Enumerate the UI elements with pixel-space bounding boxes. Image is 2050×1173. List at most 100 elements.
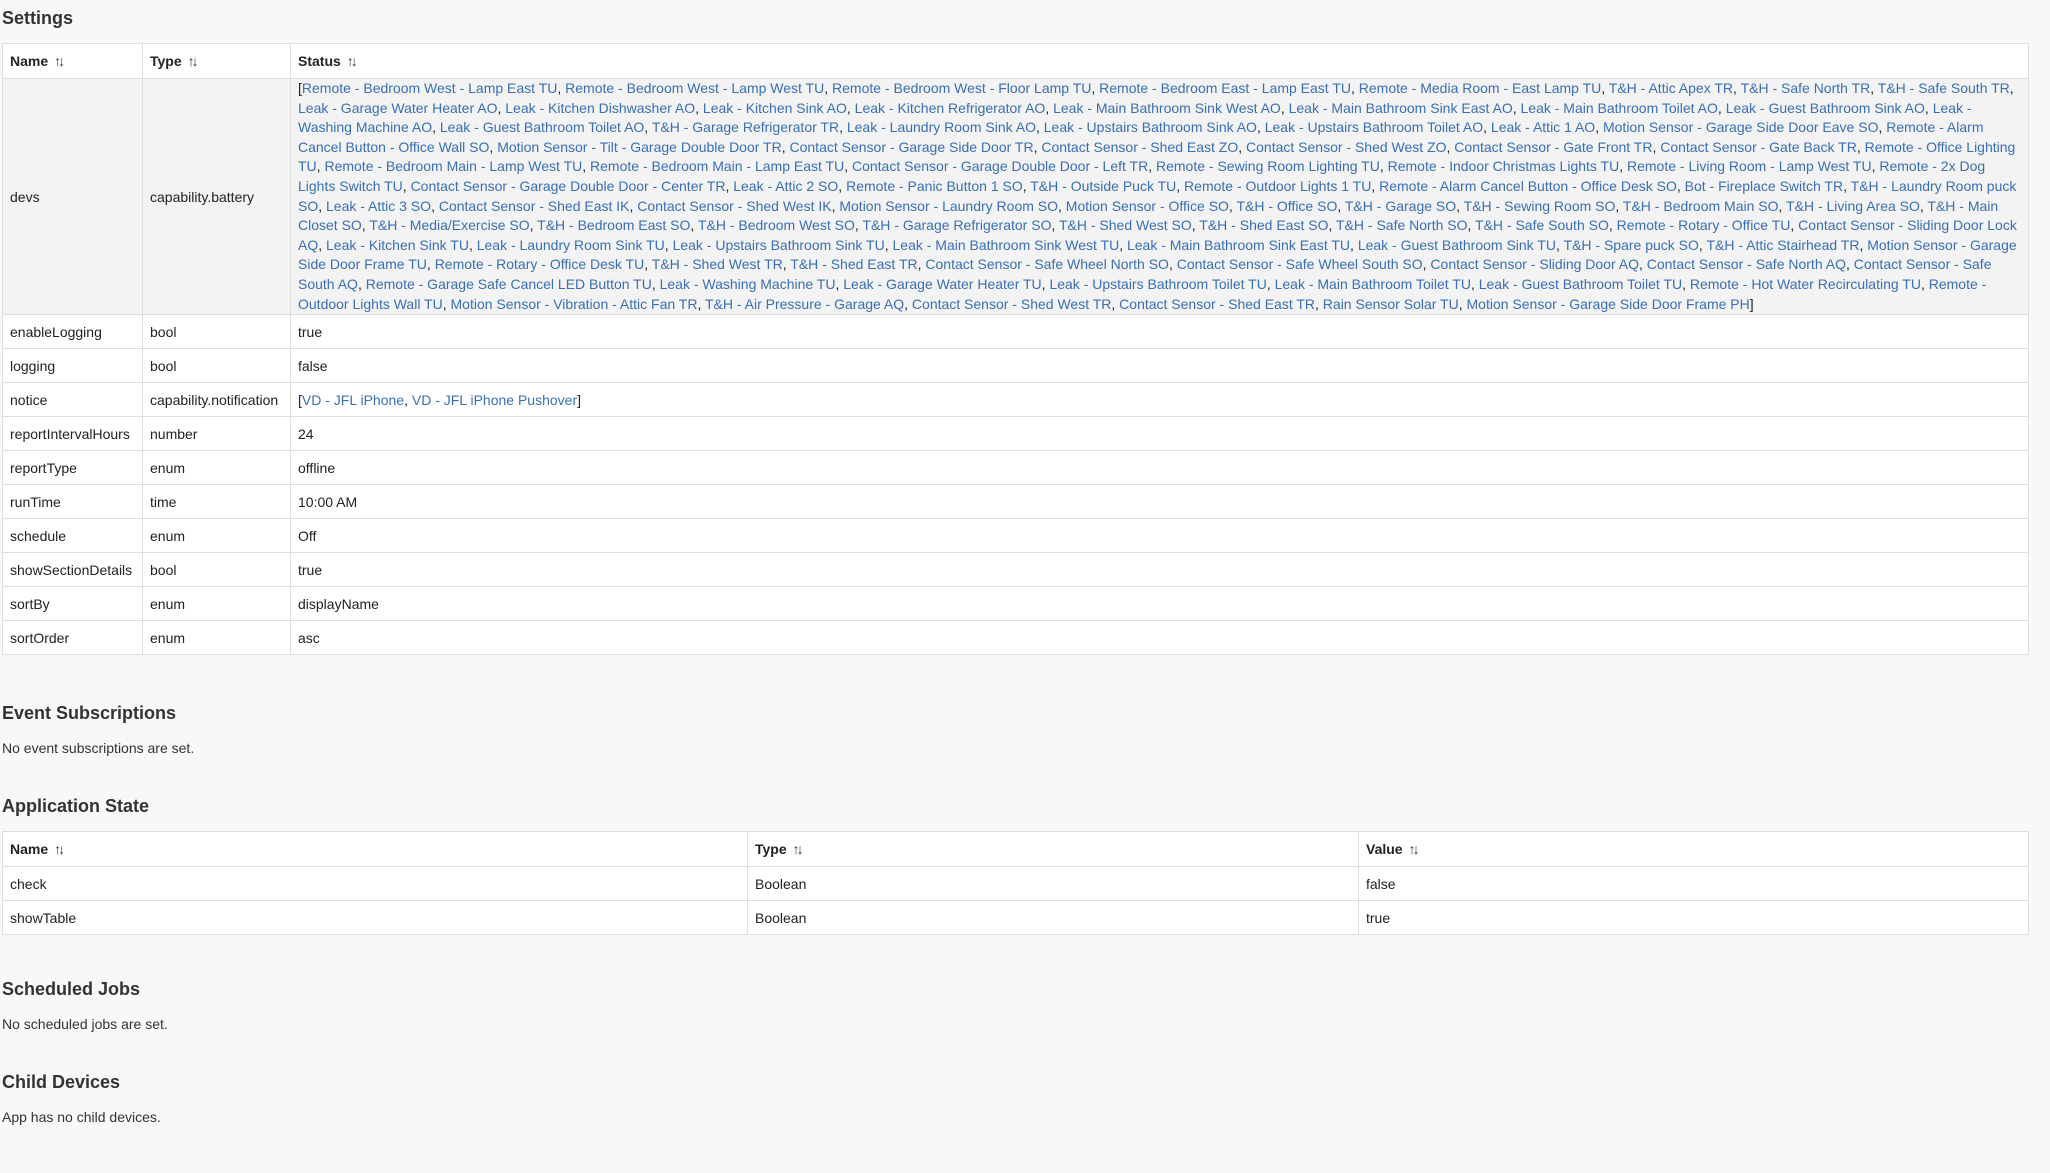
device-link[interactable]: Leak - Kitchen Dishwasher AO (505, 100, 695, 116)
device-link[interactable]: Motion Sensor - Office SO (1066, 198, 1229, 214)
device-link[interactable]: Contact Sensor - Gate Front TR (1454, 139, 1652, 155)
device-link[interactable]: Leak - Attic 1 AO (1491, 119, 1595, 135)
column-header-type[interactable]: Type ↑↓ (142, 43, 291, 79)
device-link[interactable]: Contact Sensor - Shed East TR (1119, 296, 1315, 312)
device-link[interactable]: Motion Sensor - Garage Side Door Frame P… (1467, 296, 1750, 312)
device-link[interactable]: Remote - Bedroom West - Lamp East TU (302, 80, 557, 96)
device-link[interactable]: T&H - Shed West SO (1059, 217, 1192, 233)
device-link[interactable]: T&H - Outside Puck TU (1030, 178, 1176, 194)
device-link[interactable]: Motion Sensor - Garage Side Door Eave SO (1603, 119, 1878, 135)
device-link[interactable]: Motion Sensor - Tilt - Garage Double Doo… (497, 139, 782, 155)
device-link[interactable]: Remote - Rotary - Office TU (1617, 217, 1791, 233)
device-link[interactable]: T&H - Air Pressure - Garage AQ (705, 296, 904, 312)
device-link[interactable]: Leak - Guest Bathroom Toilet AO (440, 119, 644, 135)
column-header-name[interactable]: Name ↑↓ (2, 43, 143, 79)
device-link[interactable]: Contact Sensor - Garage Side Door TR (790, 139, 1034, 155)
device-link[interactable]: VD - JFL iPhone Pushover (412, 392, 577, 408)
device-link[interactable]: Contact Sensor - Gate Back TR (1660, 139, 1857, 155)
device-link[interactable]: Leak - Kitchen Refrigerator AO (855, 100, 1046, 116)
device-link[interactable]: Remote - Indoor Christmas Lights TU (1388, 158, 1620, 174)
device-link[interactable]: T&H - Attic Apex TR (1609, 80, 1733, 96)
device-link[interactable]: Remote - Alarm Cancel Button - Office De… (1379, 178, 1677, 194)
device-link[interactable]: T&H - Office SO (1236, 198, 1337, 214)
device-link[interactable]: Contact Sensor - Safe Wheel South SO (1177, 256, 1423, 272)
device-link[interactable]: Remote - Outdoor Lights 1 TU (1184, 178, 1371, 194)
device-link[interactable]: Contact Sensor - Shed East IK (439, 198, 630, 214)
device-link[interactable]: T&H - Shed East TR (790, 256, 917, 272)
device-link[interactable]: Leak - Garage Water Heater AO (298, 100, 497, 116)
device-link[interactable]: Leak - Kitchen Sink AO (703, 100, 847, 116)
device-link[interactable]: Remote - Bedroom West - Lamp West TU (565, 80, 824, 96)
device-link[interactable]: Remote - Bedroom Main - Lamp West TU (324, 158, 582, 174)
device-link[interactable]: Contact Sensor - Safe North AQ (1647, 256, 1846, 272)
device-link[interactable]: Remote - Living Room - Lamp West TU (1627, 158, 1872, 174)
column-header-value[interactable]: Value ↑↓ (1358, 831, 2029, 868)
device-link[interactable]: Leak - Laundry Room Sink AO (847, 119, 1036, 135)
device-link[interactable]: T&H - Bedroom West SO (698, 217, 855, 233)
device-link[interactable]: Leak - Main Bathroom Toilet AO (1521, 100, 1718, 116)
device-link[interactable]: T&H - Shed East SO (1199, 217, 1328, 233)
device-link[interactable]: Leak - Main Bathroom Sink West TU (893, 237, 1120, 253)
device-link[interactable]: Remote - Media Room - East Lamp TU (1359, 80, 1602, 96)
device-link[interactable]: T&H - Safe North SO (1336, 217, 1467, 233)
device-link[interactable]: Contact Sensor - Garage Double Door - Ce… (411, 178, 726, 194)
device-link[interactable]: Remote - Bedroom East - Lamp East TU (1099, 80, 1351, 96)
device-link[interactable]: Leak - Main Bathroom Sink East TU (1127, 237, 1350, 253)
device-link[interactable]: T&H - Shed West TR (652, 256, 783, 272)
device-link[interactable]: Leak - Upstairs Bathroom Toilet TU (1049, 276, 1266, 292)
device-link[interactable]: Bot - Fireplace Switch TR (1685, 178, 1843, 194)
device-link[interactable]: Remote - Rotary - Office Desk TU (435, 256, 645, 272)
device-link[interactable]: T&H - Safe North TR (1741, 80, 1871, 96)
device-link[interactable]: T&H - Sewing Room SO (1464, 198, 1616, 214)
device-link[interactable]: Contact Sensor - Safe Wheel North SO (925, 256, 1169, 272)
device-link[interactable]: Leak - Washing Machine TU (660, 276, 836, 292)
device-link[interactable]: Contact Sensor - Shed West ZO (1246, 139, 1447, 155)
device-link[interactable]: Contact Sensor - Shed West TR (912, 296, 1111, 312)
column-header-name[interactable]: Name ↑↓ (2, 831, 748, 868)
device-link[interactable]: Leak - Upstairs Bathroom Sink AO (1044, 119, 1257, 135)
device-link[interactable]: Leak - Laundry Room Sink TU (477, 237, 665, 253)
device-link[interactable]: Remote - Hot Water Recirculating TU (1690, 276, 1921, 292)
device-link[interactable]: Leak - Guest Bathroom Toilet TU (1479, 276, 1682, 292)
device-link[interactable]: T&H - Media/Exercise SO (369, 217, 529, 233)
device-link[interactable]: Remote - Bedroom West - Floor Lamp TU (832, 80, 1091, 96)
device-link[interactable]: Remote - Bedroom Main - Lamp East TU (590, 158, 844, 174)
table-row: logging bool false (2, 348, 2029, 384)
device-link[interactable]: Contact Sensor - Shed West IK (637, 198, 831, 214)
device-link[interactable]: Leak - Main Bathroom Sink East AO (1289, 100, 1513, 116)
column-header-type[interactable]: Type ↑↓ (747, 831, 1359, 868)
column-header-status[interactable]: Status ↑↓ (290, 43, 2029, 79)
device-link[interactable]: Leak - Upstairs Bathroom Sink TU (673, 237, 885, 253)
device-link[interactable]: Motion Sensor - Vibration - Attic Fan TR (451, 296, 698, 312)
device-link[interactable]: Leak - Upstairs Bathroom Toilet AO (1265, 119, 1483, 135)
device-link[interactable]: T&H - Garage Refrigerator SO (862, 217, 1051, 233)
device-link[interactable]: VD - JFL iPhone (302, 392, 404, 408)
device-link[interactable]: T&H - Bedroom Main SO (1623, 198, 1779, 214)
device-link[interactable]: Leak - Main Bathroom Toilet TU (1275, 276, 1471, 292)
device-link[interactable]: Leak - Main Bathroom Sink West AO (1053, 100, 1281, 116)
device-link[interactable]: Leak - Guest Bathroom Sink TU (1358, 237, 1556, 253)
device-link[interactable]: Leak - Guest Bathroom Sink AO (1726, 100, 1925, 116)
device-link[interactable]: Remote - Panic Button 1 SO (846, 178, 1023, 194)
device-link[interactable]: T&H - Bedroom East SO (537, 217, 690, 233)
device-link[interactable]: Leak - Attic 2 SO (733, 178, 838, 194)
device-link[interactable]: Contact Sensor - Garage Double Door - Le… (852, 158, 1148, 174)
device-link[interactable]: T&H - Safe South TR (1878, 80, 2010, 96)
setting-type: bool (142, 348, 291, 384)
device-link[interactable]: Leak - Kitchen Sink TU (326, 237, 469, 253)
device-link[interactable]: T&H - Garage Refrigerator TR (652, 119, 839, 135)
device-link[interactable]: Remote - Sewing Room Lighting TU (1156, 158, 1380, 174)
device-link[interactable]: Contact Sensor - Sliding Door AQ (1430, 256, 1639, 272)
setting-name: showSectionDetails (2, 552, 143, 588)
device-link[interactable]: Contact Sensor - Shed East ZO (1041, 139, 1238, 155)
device-link[interactable]: T&H - Attic Stairhead TR (1706, 237, 1859, 253)
device-link[interactable]: T&H - Garage SO (1345, 198, 1456, 214)
device-link[interactable]: Leak - Garage Water Heater TU (843, 276, 1041, 292)
device-link[interactable]: T&H - Spare puck SO (1564, 237, 1699, 253)
device-link[interactable]: Remote - Garage Safe Cancel LED Button T… (366, 276, 652, 292)
device-link[interactable]: Rain Sensor Solar TU (1323, 296, 1459, 312)
device-link[interactable]: T&H - Safe South SO (1475, 217, 1609, 233)
device-link[interactable]: Motion Sensor - Laundry Room SO (839, 198, 1058, 214)
device-link[interactable]: Leak - Attic 3 SO (326, 198, 431, 214)
device-link[interactable]: T&H - Living Area SO (1786, 198, 1920, 214)
